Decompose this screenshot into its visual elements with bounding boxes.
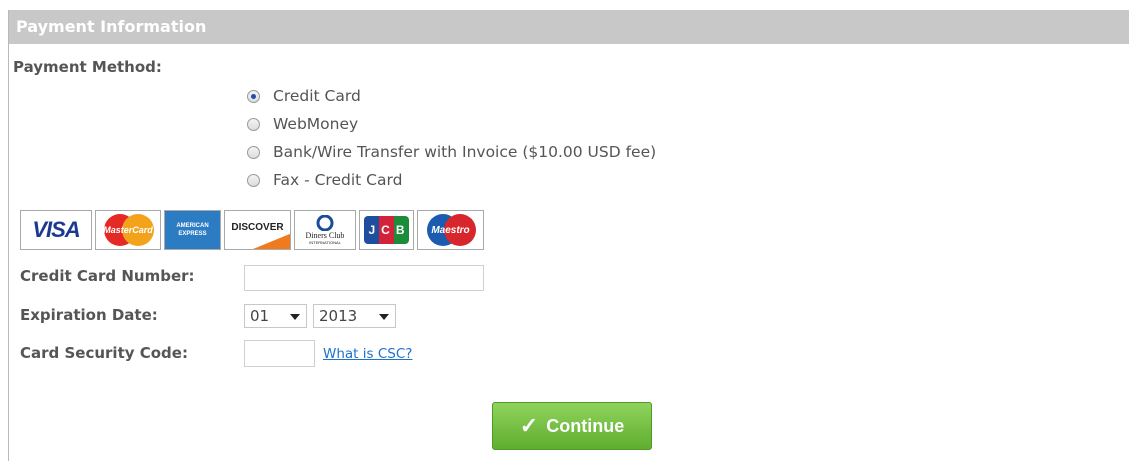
jcb-logo: JCB bbox=[359, 210, 414, 250]
csc-input[interactable] bbox=[244, 340, 315, 367]
expiration-date-label: Expiration Date: bbox=[20, 306, 158, 324]
radio-label-fax: Fax - Credit Card bbox=[273, 171, 403, 189]
panel-title: Payment Information bbox=[9, 10, 1129, 44]
card-number-input[interactable] bbox=[244, 265, 484, 291]
mastercard-logo: MasterCard bbox=[95, 210, 161, 250]
expiration-month-select[interactable]: 01 bbox=[244, 304, 307, 328]
amex-logo: AMERICAN EXPRESS bbox=[164, 210, 221, 250]
radio-label-webmoney: WebMoney bbox=[273, 115, 359, 133]
checkmark-icon: ✓ bbox=[519, 413, 539, 438]
radio-fax-credit-card[interactable]: Fax - Credit Card bbox=[247, 169, 402, 191]
expiration-month-value: 01 bbox=[250, 307, 270, 325]
maestro-logo: Maestro bbox=[417, 210, 484, 250]
radio-label-bank-transfer: Bank/Wire Transfer with Invoice ($10.00 … bbox=[273, 143, 657, 161]
radio-button[interactable] bbox=[247, 145, 260, 159]
radio-button[interactable] bbox=[247, 117, 260, 131]
diners-logo-subtext: INTERNATIONAL bbox=[309, 240, 341, 245]
expiration-year-select[interactable]: 2013 bbox=[313, 304, 396, 328]
payment-method-label: Payment Method: bbox=[13, 58, 162, 76]
chevron-down-icon bbox=[290, 314, 300, 320]
amex-logo-text: AMERICAN EXPRESS bbox=[176, 223, 209, 237]
radio-credit-card[interactable]: Credit Card bbox=[247, 85, 361, 107]
diners-logo-text: Diners Club bbox=[305, 231, 345, 240]
payment-panel: Payment Information Payment Method: Cred… bbox=[8, 10, 1129, 461]
card-logos: VISA MasterCard AMERICAN EXPRESS DISCOVE… bbox=[20, 210, 487, 252]
mastercard-logo-text: MasterCard bbox=[103, 225, 153, 235]
diners-icon bbox=[316, 215, 334, 231]
continue-label: Continue bbox=[546, 415, 625, 436]
chevron-down-icon bbox=[379, 314, 389, 320]
csc-label: Card Security Code: bbox=[20, 344, 188, 362]
maestro-logo-text: Maestro bbox=[431, 224, 470, 236]
card-number-label: Credit Card Number: bbox=[20, 267, 195, 285]
diners-club-logo: Diners Club INTERNATIONAL bbox=[294, 210, 356, 250]
continue-button[interactable]: ✓ Continue bbox=[492, 402, 652, 450]
visa-logo-text: VISA bbox=[32, 217, 80, 242]
visa-logo: VISA bbox=[20, 210, 92, 250]
discover-logo-text: DISCOVER bbox=[231, 221, 284, 233]
expiration-year-value: 2013 bbox=[319, 307, 358, 325]
radio-button-selected[interactable] bbox=[247, 89, 260, 103]
discover-logo: DISCOVER bbox=[224, 210, 291, 250]
jcb-logo-text: JCB bbox=[368, 223, 411, 237]
radio-button[interactable] bbox=[247, 173, 260, 187]
what-is-csc-link[interactable]: What is CSC? bbox=[323, 346, 412, 362]
radio-bank-transfer[interactable]: Bank/Wire Transfer with Invoice ($10.00 … bbox=[247, 141, 656, 163]
radio-webmoney[interactable]: WebMoney bbox=[247, 113, 358, 135]
radio-label-credit-card: Credit Card bbox=[273, 87, 361, 105]
